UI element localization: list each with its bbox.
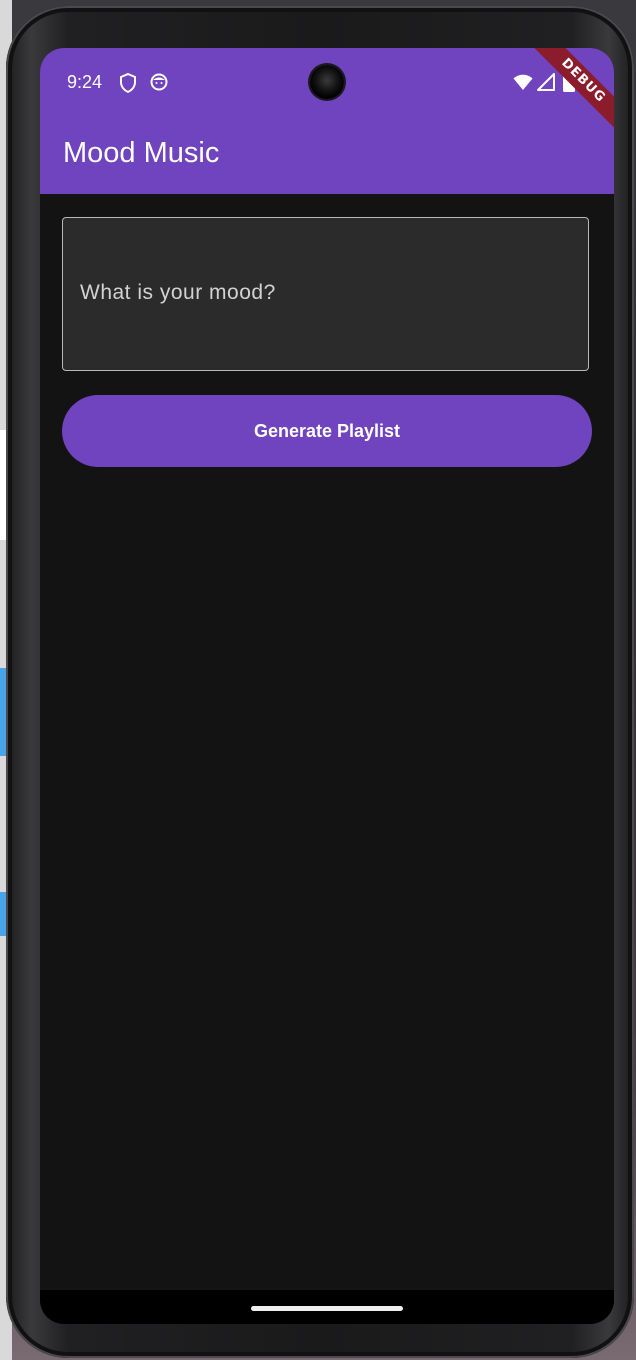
phone-screen: 9:24 DEBUG Mood Music What is your mood?… bbox=[40, 48, 614, 1324]
camera-cutout bbox=[310, 65, 344, 99]
face-icon bbox=[150, 73, 168, 91]
wifi-icon bbox=[513, 74, 533, 90]
phone-frame: 9:24 DEBUG Mood Music What is your mood?… bbox=[6, 6, 634, 1358]
app-title: Mood Music bbox=[63, 137, 220, 169]
mood-input-label: What is your mood? bbox=[80, 281, 276, 304]
home-indicator[interactable] bbox=[251, 1306, 403, 1311]
generate-playlist-button[interactable]: Generate Playlist bbox=[62, 395, 592, 467]
mood-input-field[interactable]: What is your mood? bbox=[62, 217, 589, 371]
signal-icon bbox=[537, 73, 555, 91]
shield-icon bbox=[120, 73, 136, 93]
app-bar: 9:24 DEBUG Mood Music bbox=[40, 48, 614, 194]
navigation-bar bbox=[40, 1290, 614, 1324]
status-time: 9:24 bbox=[67, 72, 103, 92]
